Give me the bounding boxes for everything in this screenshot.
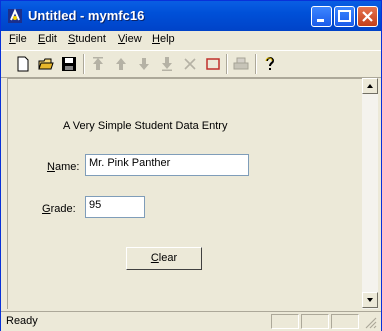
status-pane <box>331 314 359 329</box>
grade-label: Grade: <box>42 203 76 215</box>
scroll-down-arrow[interactable] <box>362 292 378 308</box>
form-heading: A Very Simple Student Data Entry <box>63 120 228 132</box>
menu-help-mnemonic: H <box>152 33 160 45</box>
close-button[interactable] <box>357 6 378 27</box>
menu-student[interactable]: Student <box>68 33 106 45</box>
end-arrow-icon[interactable] <box>158 55 176 73</box>
app-icon <box>8 8 22 23</box>
menu-student-label: tudent <box>75 33 106 45</box>
status-pane <box>271 314 299 329</box>
status-pane <box>301 314 329 329</box>
chevron-down-icon <box>367 298 373 302</box>
app-window: Untitled - mymfc16 File Edit Student Vie… <box>0 0 382 331</box>
minimize-button[interactable] <box>311 6 332 27</box>
home-arrow-icon[interactable] <box>89 55 107 73</box>
delete-icon[interactable] <box>181 55 199 73</box>
menu-file[interactable]: File <box>9 33 27 45</box>
menu-help[interactable]: Help <box>152 33 175 45</box>
toolbar-separator <box>226 54 228 74</box>
insert-icon[interactable] <box>204 55 222 73</box>
menu-edit-label: dit <box>45 33 57 45</box>
scroll-up-arrow[interactable] <box>362 78 378 94</box>
menu-view[interactable]: View <box>118 33 142 45</box>
prev-arrow-icon[interactable] <box>112 55 130 73</box>
vertical-scrollbar[interactable] <box>362 78 378 309</box>
clear-button[interactable]: Clear <box>126 247 202 270</box>
new-icon[interactable] <box>14 55 32 73</box>
name-input[interactable]: Mr. Pink Panther <box>85 154 249 176</box>
status-bar: Ready <box>1 311 381 331</box>
menu-edit[interactable]: Edit <box>38 33 57 45</box>
maximize-icon <box>338 10 351 22</box>
name-label: Name: <box>47 161 79 173</box>
grade-input[interactable]: 95 <box>85 196 145 218</box>
clear-button-label: lear <box>158 252 178 264</box>
next-arrow-icon[interactable] <box>135 55 153 73</box>
name-label-text: ame: <box>54 161 80 173</box>
menu-view-label: iew <box>125 33 142 45</box>
print-icon[interactable] <box>232 55 250 73</box>
clear-button-mnemonic: C <box>150 252 159 264</box>
toolbar <box>1 50 381 78</box>
menu-file-label: ile <box>15 33 27 45</box>
maximize-button[interactable] <box>334 6 355 27</box>
save-icon[interactable] <box>60 55 78 73</box>
form-view: A Very Simple Student Data Entry Name: M… <box>7 78 362 309</box>
grade-label-mnemonic: G <box>42 203 51 215</box>
help-icon[interactable] <box>261 55 279 73</box>
menu-help-label: elp <box>159 33 175 45</box>
close-icon <box>362 11 373 22</box>
toolbar-separator <box>255 54 257 74</box>
title-bar[interactable]: Untitled - mymfc16 <box>1 1 381 31</box>
open-icon[interactable] <box>37 55 55 73</box>
name-label-mnemonic: N <box>47 161 55 173</box>
menu-file-mnemonic: F <box>9 33 16 45</box>
toolbar-separator <box>83 54 85 74</box>
grade-label-text: rade: <box>50 203 76 215</box>
status-text: Ready <box>6 315 38 327</box>
chevron-up-icon <box>367 84 373 88</box>
window-title: Untitled - mymfc16 <box>28 8 145 23</box>
resize-grip-icon[interactable] <box>364 316 377 329</box>
menu-bar: File Edit Student View Help <box>1 31 381 49</box>
minimize-icon <box>317 19 324 22</box>
